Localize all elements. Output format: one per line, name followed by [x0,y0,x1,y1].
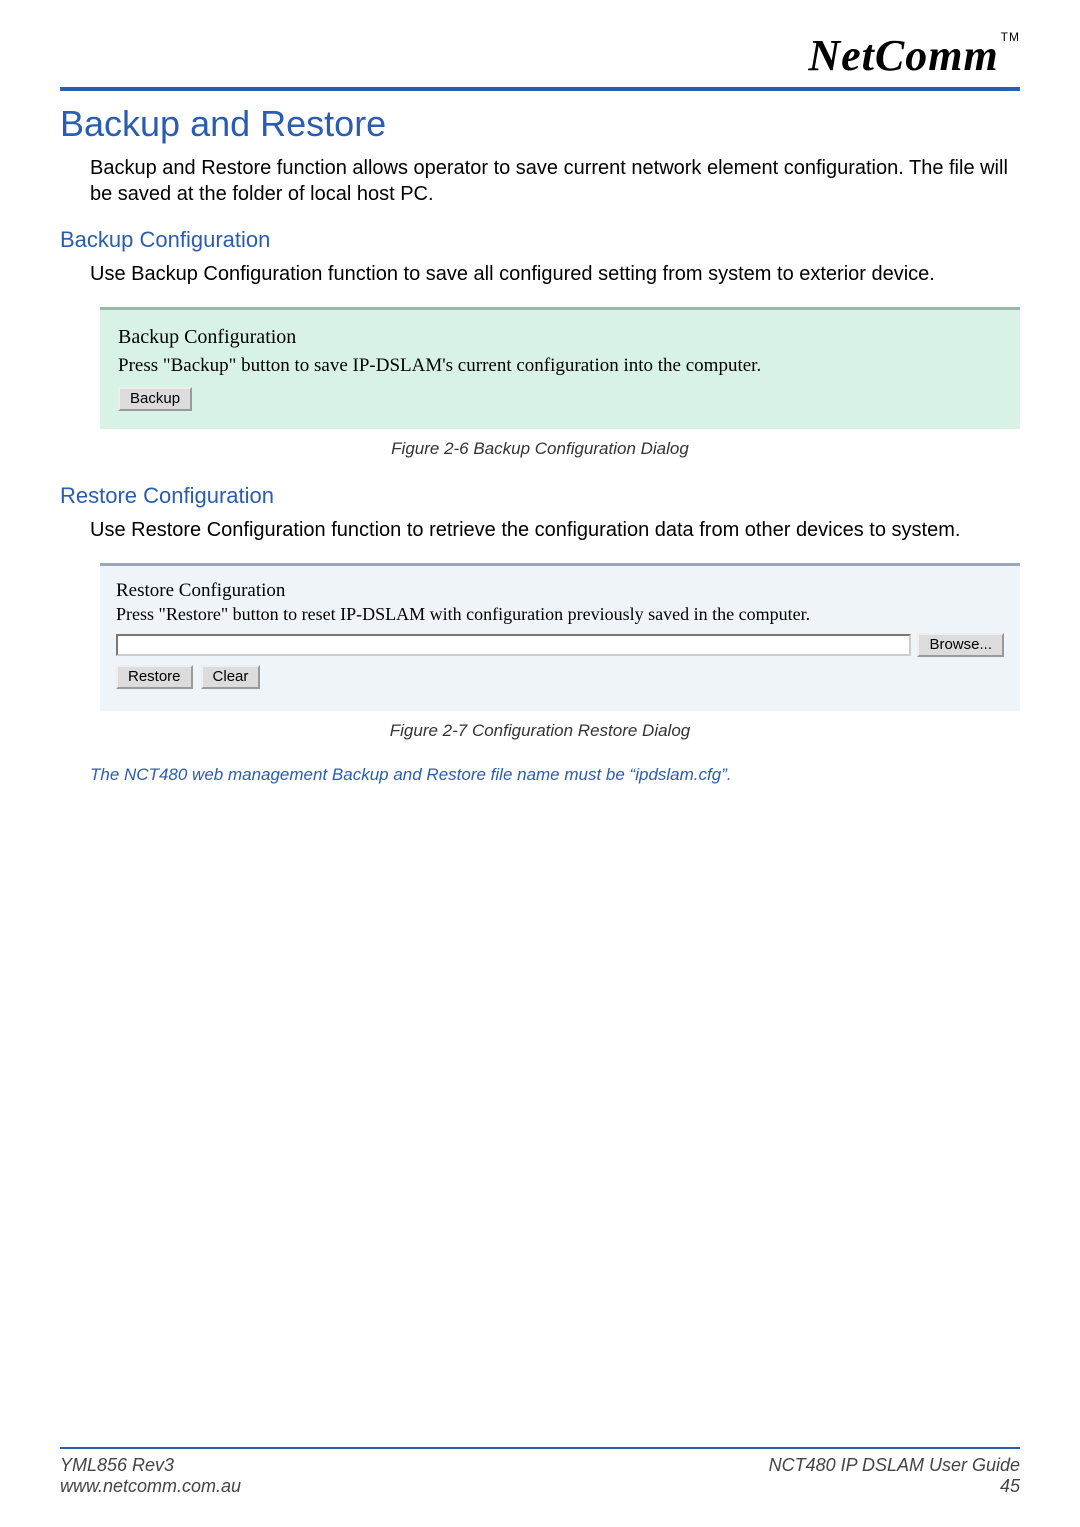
brand-logo: NetCommTM [60,30,1020,81]
restore-description: Use Restore Configuration function to re… [90,517,1020,543]
filename-note: The NCT480 web management Backup and Res… [90,765,1020,785]
backup-description: Use Backup Configuration function to sav… [90,261,1020,287]
trademark-symbol: TM [1001,30,1020,44]
backup-heading: Backup Configuration [60,227,1020,253]
page-footer: YML856 Rev3 www.netcomm.com.au NCT480 IP… [60,1447,1020,1497]
doc-website: www.netcomm.com.au [60,1476,241,1496]
footer-rule [60,1447,1020,1449]
doc-title: NCT480 IP DSLAM User Guide [769,1455,1020,1475]
restore-figure-caption: Figure 2-7 Configuration Restore Dialog [60,721,1020,741]
footer-right: NCT480 IP DSLAM User Guide 45 [769,1455,1020,1497]
header-rule [60,87,1020,91]
page-number: 45 [1000,1476,1020,1496]
logo-text: NetComm [808,31,998,80]
doc-revision: YML856 Rev3 [60,1455,174,1475]
intro-paragraph: Backup and Restore function allows opera… [90,155,1020,207]
footer-left: YML856 Rev3 www.netcomm.com.au [60,1455,241,1497]
page-title: Backup and Restore [60,103,1020,145]
backup-dialog-title: Backup Configuration [118,326,1002,349]
restore-button[interactable]: Restore [116,665,193,689]
restore-dialog-title: Restore Configuration [116,580,1004,602]
backup-button[interactable]: Backup [118,387,192,411]
restore-dialog: Restore Configuration Press "Restore" bu… [100,563,1020,711]
restore-heading: Restore Configuration [60,483,1020,509]
browse-button[interactable]: Browse... [917,633,1004,657]
backup-dialog-instruction: Press "Backup" button to save IP-DSLAM's… [118,355,1002,377]
restore-file-input[interactable] [116,634,911,656]
restore-dialog-instruction: Press "Restore" button to reset IP-DSLAM… [116,604,1004,625]
backup-figure-caption: Figure 2-6 Backup Configuration Dialog [60,439,1020,459]
clear-button[interactable]: Clear [201,665,261,689]
backup-dialog: Backup Configuration Press "Backup" butt… [100,307,1020,429]
